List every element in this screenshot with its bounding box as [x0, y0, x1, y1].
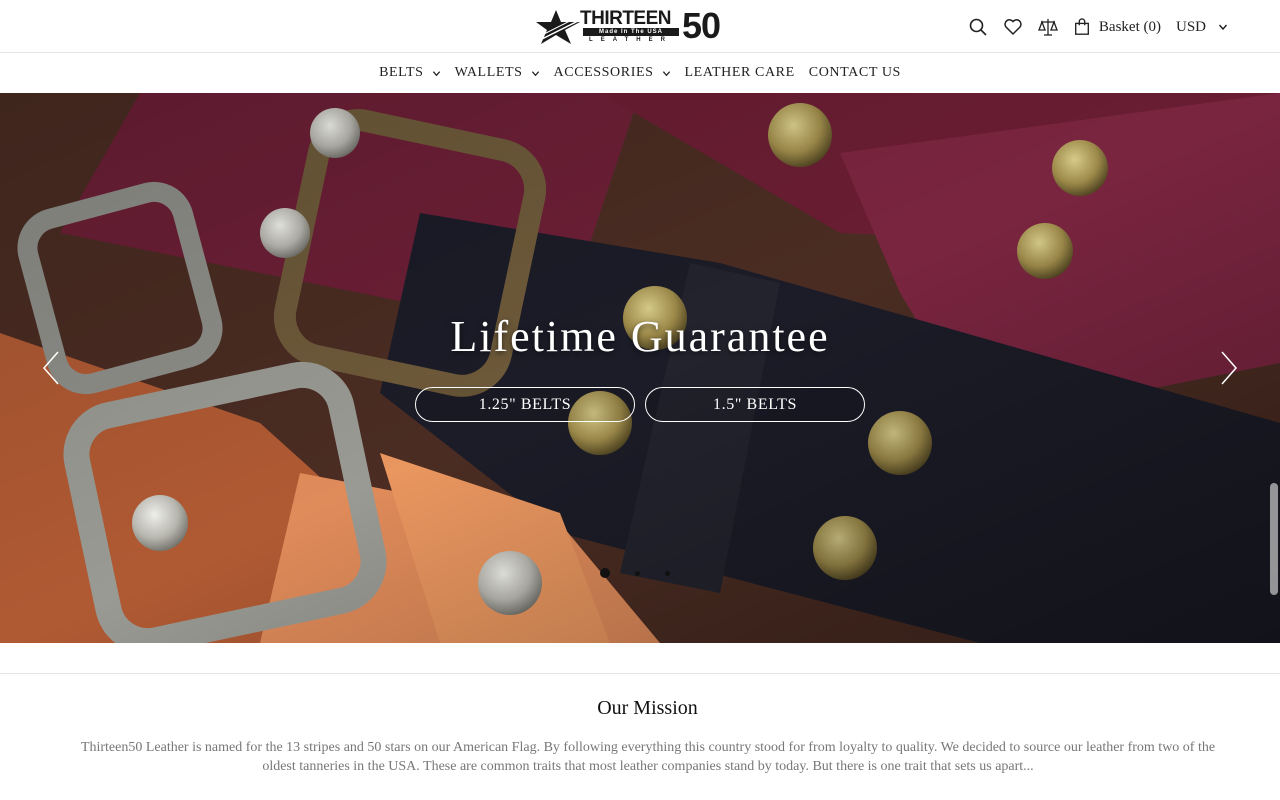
currency-label: USD [1175, 18, 1206, 35]
search-icon [969, 18, 987, 36]
nav-item-leather-care[interactable]: LEATHER CARE [685, 65, 795, 81]
slider-prev-arrow-icon[interactable] [36, 346, 66, 390]
header-actions: Basket (0) USD [954, 16, 1228, 38]
nav-item-label: BELTS [379, 65, 424, 80]
chevron-down-icon [662, 70, 670, 76]
main-nav: BELTS WALLETS ACCESSORIES LEATHER CARE C… [0, 53, 1280, 93]
hero-image [0, 93, 1280, 643]
logo-tagline: Made In The USA [583, 28, 679, 36]
nav-item-label: WALLETS [454, 65, 523, 80]
chevron-down-icon [531, 70, 539, 76]
chevron-down-icon [1218, 24, 1228, 31]
nav-item-wallets[interactable]: WALLETS [455, 65, 540, 81]
slider-pagination [600, 568, 695, 578]
compare-button[interactable] [1037, 16, 1059, 38]
hero-button-15-belts[interactable]: 1.5" BELTS [645, 387, 865, 422]
slider-next-arrow-icon[interactable] [1214, 346, 1244, 390]
heart-icon [1004, 19, 1022, 36]
slider-dot-1[interactable] [600, 568, 610, 578]
wishlist-button[interactable] [1002, 16, 1024, 38]
star-icon [536, 10, 580, 44]
hero-slider: Lifetime Guarantee 1.25" BELTS 1.5" BELT… [0, 93, 1280, 643]
nav-item-accessories[interactable]: ACCESSORIES [554, 65, 671, 81]
logo-subtext: LEATHER [589, 37, 673, 43]
basket-label: Basket (0) [1098, 18, 1161, 35]
nav-item-label: ACCESSORIES [553, 65, 654, 80]
basket-icon [1074, 18, 1089, 35]
nav-item-label: CONTACT US [808, 65, 901, 80]
nav-item-contact-us[interactable]: CONTACT US [809, 65, 901, 81]
slider-dot-3[interactable] [665, 570, 670, 576]
logo-text-number: 50 [682, 5, 721, 46]
mission-section: Our Mission Thirteen50 Leather is named … [0, 673, 1280, 800]
hero-title: Lifetime Guarantee [450, 312, 830, 361]
compare-icon [1037, 19, 1058, 36]
mission-text: Thirteen50 Leather is named for the 13 s… [80, 740, 1216, 774]
brand-logo[interactable]: THIRTEEN Made In The USA LEATHER 50 [536, 5, 746, 46]
slider-dot-2[interactable] [635, 570, 640, 576]
mission-title: Our Mission [597, 697, 698, 719]
site-header: THIRTEEN Made In The USA LEATHER 50 Bask… [0, 0, 1280, 53]
nav-item-label: LEATHER CARE [684, 65, 795, 80]
hero-button-125-belts[interactable]: 1.25" BELTS [415, 387, 635, 422]
logo-text-thirteen: THIRTEEN [580, 8, 672, 29]
currency-selector[interactable]: USD [1176, 19, 1228, 36]
page-scrollbar[interactable] [1270, 483, 1278, 595]
basket-button[interactable]: Basket (0) [1073, 18, 1161, 36]
chevron-down-icon [432, 70, 440, 76]
search-button[interactable] [967, 16, 989, 38]
nav-item-belts[interactable]: BELTS [379, 65, 441, 81]
